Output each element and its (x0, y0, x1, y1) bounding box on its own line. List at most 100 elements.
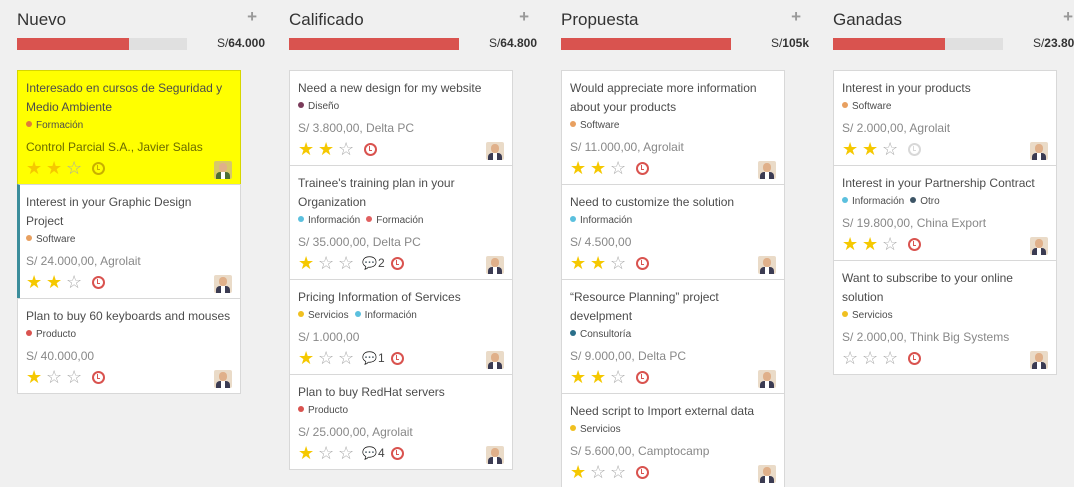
opportunity-card[interactable]: Want to subscribe to your online solutio… (833, 260, 1057, 375)
activity-clock-icon[interactable] (636, 161, 649, 175)
priority-star-icon[interactable]: ☆ (338, 444, 358, 462)
opportunity-card[interactable]: “Resource Planning” project develpment C… (561, 279, 785, 393)
comment-icon: 💬 (362, 256, 377, 270)
kanban-column: Nuevo + S/64.000 Interesado en cursos de… (17, 0, 265, 487)
card-amount: Control Parcial S.A., Javier Salas (26, 140, 203, 154)
column-progress-bar (833, 38, 1003, 50)
opportunity-card[interactable]: Pricing Information of Services Servicio… (289, 279, 513, 374)
messages-count[interactable]: 💬 1 (362, 351, 385, 365)
activity-clock-icon[interactable] (636, 370, 649, 384)
card-tags: Producto (26, 327, 232, 343)
priority-star-icon[interactable]: ★ (26, 368, 46, 386)
opportunity-card[interactable]: Trainee's training plan in your Organiza… (289, 165, 513, 279)
priority-star-icon[interactable]: ★ (590, 254, 610, 272)
priority-star-icon[interactable]: ★ (570, 463, 590, 481)
tag-dot-icon (570, 121, 576, 127)
add-card-icon[interactable]: + (1063, 8, 1073, 25)
activity-clock-icon[interactable] (390, 446, 404, 460)
activity-clock-icon[interactable] (636, 256, 649, 270)
card-footer: ★ ★ ☆ (26, 272, 232, 292)
card-amount: S/ 4.500,00 (570, 235, 632, 249)
card-tags: Software (570, 118, 776, 134)
priority-star-icon[interactable]: ☆ (882, 140, 902, 158)
add-card-icon[interactable]: + (791, 8, 801, 25)
tag-dot-icon (298, 311, 304, 317)
add-card-icon[interactable]: + (247, 8, 257, 25)
priority-star-icon[interactable]: ☆ (610, 368, 630, 386)
card-amount: S/ 35.000,00, Delta PC (298, 235, 421, 249)
priority-star-icon[interactable]: ★ (46, 273, 66, 291)
card-amount: S/ 19.800,00, China Export (842, 216, 987, 230)
priority-star-icon[interactable]: ☆ (338, 140, 358, 158)
priority-star-icon[interactable]: ☆ (318, 444, 338, 462)
priority-star-icon[interactable]: ★ (298, 140, 318, 158)
column-progress-fill (17, 38, 130, 50)
priority-star-icon[interactable]: ☆ (46, 368, 66, 386)
activity-clock-icon[interactable] (636, 465, 649, 479)
opportunity-card[interactable]: Plan to buy 60 keyboards and mouses Prod… (17, 298, 241, 394)
priority-star-icon[interactable]: ☆ (842, 349, 862, 367)
activity-clock-icon[interactable] (908, 142, 921, 156)
tag-dot-icon (910, 197, 917, 203)
card-amount: S/ 40.000,00 (26, 349, 95, 363)
activity-clock-icon[interactable] (908, 237, 921, 251)
priority-star-icon[interactable]: ★ (26, 273, 46, 291)
priority-star-icon[interactable]: ★ (570, 254, 590, 272)
priority-star-icon[interactable]: ★ (570, 159, 590, 177)
priority-star-icon[interactable]: ★ (298, 349, 318, 367)
tag: Producto (26, 329, 76, 340)
activity-clock-icon[interactable] (390, 256, 404, 270)
priority-star-icon[interactable]: ☆ (590, 463, 610, 481)
card-tags: Servicios Información (298, 308, 504, 324)
priority-star-icon[interactable]: ☆ (66, 159, 86, 177)
opportunity-card[interactable]: Interest in your Partnership Contract In… (833, 165, 1057, 260)
priority-star-icon[interactable]: ★ (298, 254, 318, 272)
opportunity-card[interactable]: Need a new design for my website Diseño … (289, 70, 513, 165)
priority-star-icon[interactable]: ★ (318, 140, 338, 158)
activity-clock-icon[interactable] (364, 142, 377, 156)
priority-star-icon[interactable]: ★ (590, 159, 610, 177)
opportunity-card[interactable]: Need script to Import external data Serv… (561, 393, 785, 487)
tag-dot-icon (570, 425, 576, 431)
priority-star-icon[interactable]: ★ (842, 140, 862, 158)
opportunity-card[interactable]: Interest in your Graphic Design Project … (17, 184, 241, 298)
column-title: Nuevo (17, 10, 67, 29)
activity-clock-icon[interactable] (92, 275, 105, 289)
opportunity-card[interactable]: Would appreciate more information about … (561, 70, 785, 184)
opportunity-card[interactable]: Plan to buy RedHat servers Producto S/ 2… (289, 374, 513, 470)
priority-star-icon[interactable]: ★ (590, 368, 610, 386)
opportunity-card[interactable]: Need to customize the solution Informaci… (561, 184, 785, 279)
activity-clock-icon[interactable] (908, 351, 921, 365)
priority-star-icon[interactable]: ☆ (610, 254, 630, 272)
priority-star-icon[interactable]: ☆ (338, 254, 358, 272)
activity-clock-icon[interactable] (92, 161, 105, 175)
add-card-icon[interactable]: + (519, 8, 529, 25)
priority-star-icon[interactable]: ☆ (610, 463, 630, 481)
priority-star-icon[interactable]: ☆ (338, 349, 358, 367)
priority-star-icon[interactable]: ☆ (66, 368, 86, 386)
priority-star-icon[interactable]: ☆ (862, 349, 882, 367)
messages-count[interactable]: 💬 2 (362, 256, 385, 270)
activity-clock-icon[interactable] (390, 351, 404, 365)
priority-star-icon[interactable]: ★ (26, 159, 46, 177)
priority-star-icon[interactable]: ☆ (318, 349, 338, 367)
priority-star-icon[interactable]: ☆ (66, 273, 86, 291)
priority-star-icon[interactable]: ★ (298, 444, 318, 462)
card-tags: Información Formación (298, 213, 504, 229)
opportunity-card[interactable]: Interest in your products Software S/ 2.… (833, 70, 1057, 165)
priority-star-icon[interactable]: ★ (842, 235, 862, 253)
column-progress-fill (833, 38, 946, 50)
card-title: Interesado en cursos de Seguridad y Medi… (26, 81, 223, 114)
priority-star-icon[interactable]: ☆ (882, 235, 902, 253)
priority-star-icon[interactable]: ☆ (610, 159, 630, 177)
priority-star-icon[interactable]: ★ (46, 159, 66, 177)
avatar (486, 256, 504, 274)
opportunity-card[interactable]: Interesado en cursos de Seguridad y Medi… (17, 70, 241, 184)
priority-star-icon[interactable]: ☆ (318, 254, 338, 272)
priority-star-icon[interactable]: ☆ (882, 349, 902, 367)
activity-clock-icon[interactable] (92, 370, 105, 384)
messages-count[interactable]: 💬 4 (362, 446, 385, 460)
priority-star-icon[interactable]: ★ (862, 140, 882, 158)
priority-star-icon[interactable]: ★ (862, 235, 882, 253)
priority-star-icon[interactable]: ★ (570, 368, 590, 386)
